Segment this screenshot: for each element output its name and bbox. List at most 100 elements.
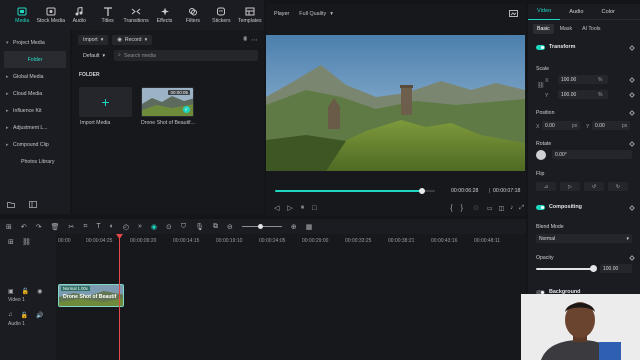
compositing-toggle[interactable] [536, 204, 545, 210]
sidebar-item-project-media[interactable]: ▾ Project Media [0, 34, 70, 51]
toolbar-media[interactable]: Media [8, 0, 36, 30]
camera-icon[interactable]: ◫ [499, 205, 505, 212]
keyframe-icon[interactable] [629, 77, 635, 83]
tab-audio[interactable]: Audio [560, 4, 592, 20]
toolbar-titles[interactable]: Titles [93, 0, 121, 30]
speaker-icon[interactable]: 🔊 [36, 312, 43, 319]
toolbar-stock-media[interactable]: Stock Media [36, 0, 65, 30]
video-preview[interactable] [266, 35, 525, 171]
rotate-left-button[interactable]: ↺ [584, 182, 604, 191]
sidebar-item-cloud-media[interactable]: ▸ Cloud Media [0, 85, 70, 102]
tab-video[interactable]: Video [528, 4, 561, 20]
toolbar-templates[interactable]: Templates [236, 0, 264, 30]
pause-icon[interactable]: ⏸ [301, 204, 305, 212]
sidebar-item-global-media[interactable]: ▸ Global Media [0, 68, 70, 85]
color-icon[interactable]: ◐ [110, 223, 114, 230]
toolbar-effects[interactable]: Effects [150, 0, 178, 30]
subtab-mask[interactable]: Mask [556, 24, 576, 34]
audio-icon[interactable]: ♪ [510, 205, 513, 211]
text-icon[interactable]: T [96, 223, 100, 230]
rotate-right-button[interactable]: ↻ [608, 182, 628, 191]
split-icon[interactable]: ✂ [69, 223, 75, 231]
toolbar-stickers[interactable]: Stickers [207, 0, 235, 30]
player-scrubber[interactable] [275, 188, 435, 194]
toolbar-filters[interactable]: Filters [179, 0, 207, 30]
flip-horizontal-button[interactable]: ⊿ [536, 182, 556, 191]
display-icon[interactable]: ▭ [487, 205, 493, 212]
eye-icon[interactable]: ◉ [37, 288, 42, 295]
collapse-panel-icon[interactable] [29, 201, 37, 210]
redo-icon[interactable]: ↷ [36, 223, 42, 231]
keyframe-icon[interactable] [629, 92, 635, 98]
filter-icon[interactable]: ⩩ [243, 36, 247, 44]
fullscreen-icon[interactable]: ⤢ [519, 205, 524, 212]
opacity-input[interactable]: 100.00 [600, 264, 632, 273]
render-icon[interactable]: ⊙ [473, 204, 479, 212]
media-clip-thumbnail[interactable]: 00:00:05 ✓ [141, 87, 194, 117]
sidebar-item-adjustment-layer[interactable]: ▸ Adjustment L... [0, 119, 70, 136]
toolbar-transitions[interactable]: Transitions [122, 0, 150, 30]
search-input[interactable]: ⌕ Search media [114, 50, 258, 61]
text-icon [103, 6, 113, 16]
opacity-slider-handle[interactable] [590, 265, 597, 272]
subtab-basic[interactable]: Basic [533, 24, 554, 34]
delete-icon[interactable]: 🗑 [51, 223, 60, 231]
keyframe-icon[interactable] [629, 141, 635, 147]
record-dropdown[interactable]: ◉ Record ▾ [112, 35, 153, 45]
grid-icon[interactable]: ▦ [306, 223, 313, 231]
subtab-ai-tools[interactable]: AI Tools [578, 24, 604, 34]
stop-icon[interactable]: □ [312, 205, 316, 212]
more-icon[interactable]: » [138, 223, 142, 230]
speed-icon[interactable]: ◴ [123, 223, 129, 231]
zoom-out-icon[interactable]: ⊖ [227, 223, 233, 231]
add-track-icon[interactable]: ⊞ [8, 238, 14, 246]
opacity-slider[interactable] [536, 268, 596, 270]
snapshot-icon[interactable] [509, 9, 518, 19]
tab-color[interactable]: Color [593, 4, 624, 20]
mark-out-icon[interactable]: } [461, 205, 463, 212]
timeline-playhead[interactable] [119, 234, 120, 360]
rotate-input[interactable]: 0.00° [552, 150, 632, 159]
transform-section: Transform [528, 44, 640, 50]
scale-label: Scale [536, 66, 549, 72]
import-dropdown[interactable]: Import ▾ [78, 35, 109, 45]
keyframe-icon[interactable] [629, 255, 635, 261]
more-icon[interactable]: ⋯ [251, 36, 258, 44]
music-icon: ♫ [8, 312, 13, 318]
sidebar-item-photos-library[interactable]: Photos Library [0, 153, 70, 170]
zoom-in-icon[interactable]: ⊕ [291, 223, 297, 231]
record-icon[interactable]: ⊙ [166, 223, 172, 231]
zoom-slider[interactable] [241, 224, 282, 229]
quality-dropdown[interactable]: Full Quality ▾ [299, 11, 333, 17]
lock-icon[interactable]: 🔓 [21, 312, 28, 319]
link-icon[interactable]: ⛓ [537, 82, 545, 89]
lock-icon[interactable]: 🔓 [22, 288, 29, 295]
mark-in-icon[interactable]: { [450, 205, 452, 212]
play-icon[interactable]: ▷ [287, 204, 292, 212]
keyframe-icon[interactable] [629, 110, 635, 116]
snap-icon[interactable]: ⧉ [213, 223, 218, 231]
sort-dropdown[interactable]: Default ▾ [78, 51, 110, 61]
sidebar-item-folder[interactable]: Folder [4, 51, 66, 68]
transform-toggle[interactable] [536, 44, 545, 50]
flip-vertical-button[interactable]: ▷ [560, 182, 580, 191]
step-back-icon[interactable]: ◁ [274, 204, 279, 212]
undo-icon[interactable]: ↶ [21, 223, 27, 231]
toolbar-label: Transitions [123, 17, 149, 24]
sidebar-item-influence-kit[interactable]: ▸ Influence Kit [0, 102, 70, 119]
new-folder-icon[interactable] [7, 201, 15, 210]
timeline-video-clip[interactable]: Normal 1.00x Drone Shot of Beautif [58, 284, 124, 307]
timeline-ruler[interactable]: 00:00 00:00:04:25 00:00:09:20 00:00:14:1… [56, 234, 526, 248]
import-media-tile[interactable]: + [79, 87, 132, 117]
crop-icon[interactable]: ⌗ [83, 223, 87, 231]
sidebar-item-compound-clip[interactable]: ▸ Compound Clip [0, 136, 70, 153]
link-track-icon[interactable]: ⛓ [22, 238, 31, 246]
layout-icon[interactable]: ⊞ [6, 223, 12, 231]
scrubber-handle[interactable] [419, 188, 426, 194]
rotate-dial[interactable] [536, 150, 546, 160]
toolbar-audio[interactable]: Audio [65, 0, 93, 30]
shield-icon[interactable]: ⛉ [181, 223, 186, 231]
blend-mode-select[interactable]: Normal ▾ [536, 234, 632, 243]
ai-icon[interactable]: ◉ [151, 223, 157, 231]
mic-icon[interactable]: 🎙 [195, 223, 204, 231]
